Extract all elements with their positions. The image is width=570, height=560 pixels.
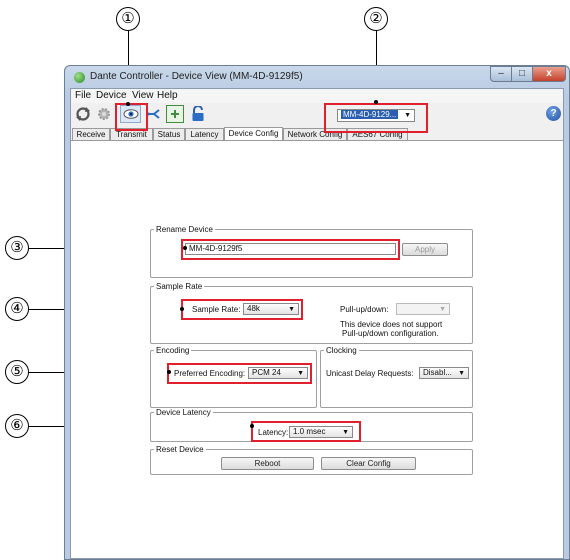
unicast-delay-label: Unicast Delay Requests: [326,369,414,378]
highlight-latency [251,421,361,442]
callout-2-dot [374,100,378,104]
help-icon[interactable]: ? [546,106,561,121]
refresh-icon[interactable] [74,105,92,123]
reboot-button[interactable]: Reboot [221,457,314,470]
chevron-down-icon: ▼ [458,370,465,377]
device-config-panel [71,140,563,558]
tab-latency[interactable]: Latency [185,128,224,140]
callout-4-dot [180,307,184,311]
highlight-view-button [115,103,148,131]
add-icon[interactable] [166,105,184,123]
highlight-device-name [181,239,400,260]
menu-file[interactable]: File [75,90,91,101]
maximize-button[interactable]: □ [511,66,533,82]
highlight-device-select [324,103,428,133]
minimize-button[interactable]: – [490,66,512,82]
highlight-encoding [167,363,312,384]
menu-device[interactable]: Device [96,90,127,101]
unicast-delay-value: Disabl... [423,368,452,377]
pullup-label: Pull-up/down: [340,305,389,314]
chevron-down-icon: ▼ [439,306,446,313]
menu-view[interactable]: View [132,90,154,101]
tab-device-config[interactable]: Device Config [224,127,283,140]
clocking-legend: Clocking [326,346,357,355]
menu-bar: File Device View Help [71,89,563,103]
tab-receive[interactable]: Receive [72,128,110,140]
highlight-sample-rate [181,299,303,320]
lock-icon[interactable] [189,105,207,123]
encoding-legend: Encoding [156,346,190,355]
callout-1-dot [126,102,130,106]
callout-3-dot [183,246,187,250]
title-bar: Dante Controller - Device View (MM-4D-91… [65,66,569,88]
tab-status[interactable]: Status [153,128,185,140]
menu-help[interactable]: Help [157,90,178,101]
callout-6-dot [250,424,254,428]
callout-5-dot [167,370,171,374]
dante-app-icon [74,72,85,83]
callout-1: ① [116,7,140,31]
pullup-note-line1: This device does not support [340,320,443,329]
close-button[interactable]: x [532,66,566,82]
device-latency-legend: Device Latency [156,408,211,417]
callout-6: ⑥ [5,414,29,438]
apply-button[interactable]: Apply [402,243,448,256]
callout-2: ② [364,7,388,31]
callout-4: ④ [5,297,29,321]
clear-config-button[interactable]: Clear Config [321,457,416,470]
pullup-select[interactable]: ▼ [396,303,450,315]
settings-icon[interactable] [95,105,113,123]
callout-3: ③ [5,236,29,260]
reset-device-legend: Reset Device [156,445,204,454]
rename-device-legend: Rename Device [156,225,213,234]
callout-5: ⑤ [5,360,29,384]
sample-rate-legend: Sample Rate [156,282,203,291]
unicast-delay-select[interactable]: Disabl... ▼ [419,367,469,379]
pullup-note-line2: Pull-up/down configuration. [342,329,439,338]
window-title: Dante Controller - Device View (MM-4D-91… [90,71,303,82]
